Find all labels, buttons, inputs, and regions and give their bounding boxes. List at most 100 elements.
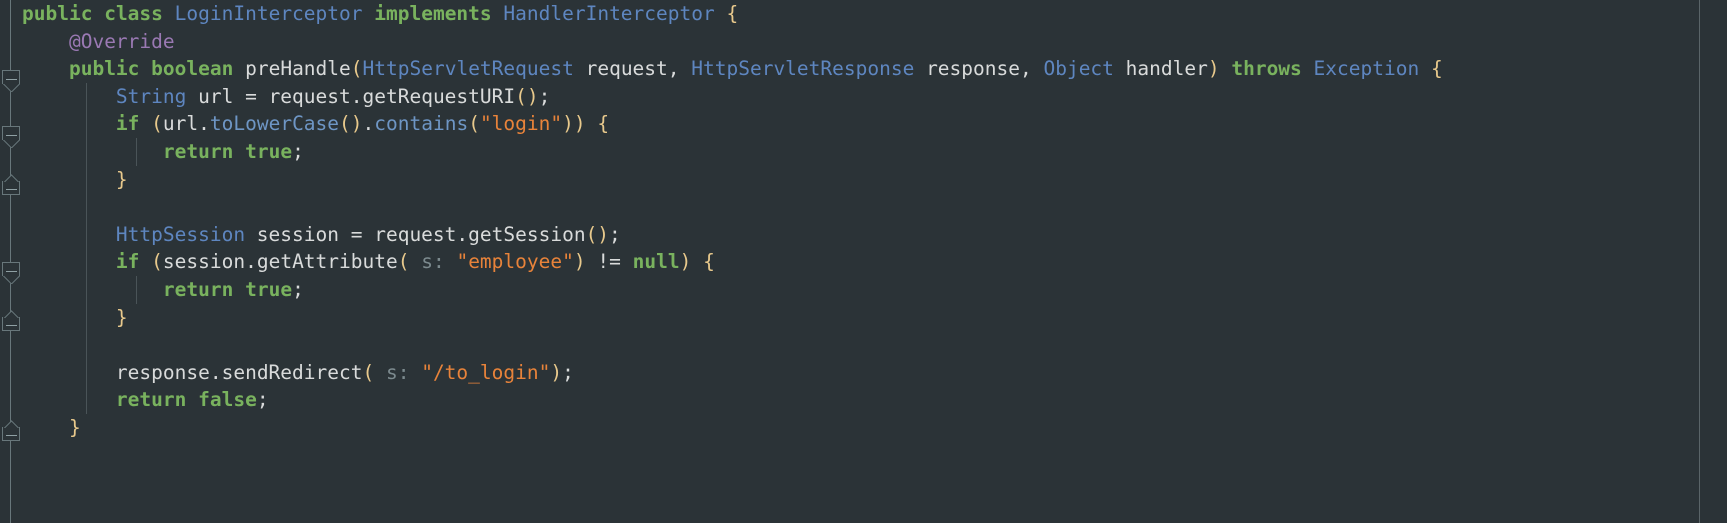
- code-token-kw: true: [245, 277, 293, 301]
- indent-guide: [86, 165, 87, 194]
- code-editor[interactable]: public class LoginInterceptor implements…: [0, 0, 1727, 523]
- code-token-pln: ;: [562, 360, 574, 384]
- code-token-pln: [715, 2, 727, 25]
- code-token-pln: [1302, 57, 1314, 80]
- code-token-pln: [22, 416, 69, 439]
- code-token-pln: ;: [292, 139, 304, 163]
- code-token-pln: sendRedirect: [221, 360, 363, 384]
- code-token-brc: ): [1207, 57, 1220, 81]
- code-token-pln: ;: [538, 84, 551, 108]
- code-token-pln: [22, 250, 116, 273]
- code-token-kw: if: [115, 250, 140, 274]
- code-token-pln: [22, 30, 69, 53]
- code-line[interactable]: public boolean preHandle(HttpServletRequ…: [22, 55, 1727, 83]
- indent-guide: [86, 386, 87, 414]
- fold-marker-tip: [2, 419, 20, 428]
- code-line[interactable]: public class LoginInterceptor implements…: [22, 0, 1727, 28]
- code-line[interactable]: return true;: [22, 275, 1727, 304]
- code-token-pln: [139, 112, 151, 135]
- code-token-pln: .: [456, 222, 469, 246]
- code-token-kw: return: [115, 388, 187, 412]
- indent-guide: [86, 137, 87, 166]
- code-token-pln: getSession: [468, 222, 586, 246]
- code-token-typ: String: [115, 84, 187, 108]
- code-token-kw: true: [245, 139, 293, 163]
- indent-guide: [86, 110, 87, 138]
- code-token-pln: request,: [573, 57, 692, 81]
- code-token-empty: [22, 333, 34, 356]
- code-line[interactable]: if (session.getAttribute( s: "employee")…: [22, 248, 1727, 276]
- code-line[interactable]: if (url.toLowerCase().contains("login"))…: [22, 110, 1727, 138]
- code-token-pln: url: [186, 84, 246, 108]
- indent-guide: [86, 358, 87, 387]
- code-token-brc: (: [397, 250, 410, 274]
- indent-guide: [86, 248, 87, 276]
- code-line[interactable]: @Override: [22, 28, 1727, 56]
- code-token-pln: url: [162, 112, 199, 136]
- editor-gutter[interactable]: [0, 0, 22, 523]
- code-line[interactable]: response.sendRedirect( s: "/to_login");: [22, 358, 1727, 387]
- code-token-brc: )): [562, 112, 586, 136]
- code-token-mth: contains: [374, 112, 469, 136]
- code-token-brc: }: [115, 305, 128, 329]
- code-token-kw: public: [68, 57, 140, 81]
- code-token-str: "login": [479, 112, 563, 136]
- indent-guide: [86, 220, 87, 249]
- code-token-pln: ;: [256, 388, 269, 412]
- code-token-pln: request: [256, 84, 351, 108]
- code-token-pln: [22, 278, 163, 301]
- code-token-pln: ;: [292, 277, 304, 301]
- code-token-hint: s:: [374, 360, 422, 384]
- code-line[interactable]: String url = request.getRequestURI();: [22, 82, 1727, 111]
- code-token-typ: HandlerInterceptor: [503, 2, 715, 25]
- fold-start-method-preHandle-icon[interactable]: [2, 70, 20, 84]
- code-token-brc: (: [350, 57, 363, 81]
- code-token-brc: (: [151, 112, 163, 136]
- code-token-pln: .: [245, 250, 257, 274]
- code-line[interactable]: }: [22, 414, 1727, 442]
- fold-marker-tip: [2, 276, 20, 284]
- code-line[interactable]: [22, 331, 1727, 359]
- fold-start-if-employee-icon[interactable]: [2, 262, 20, 276]
- code-token-pln: .: [350, 84, 363, 108]
- code-line[interactable]: return false;: [22, 386, 1727, 414]
- code-token-pln: [22, 388, 116, 411]
- code-token-pln: .: [362, 112, 375, 136]
- code-token-pln: [22, 140, 163, 163]
- code-token-pln: [22, 57, 69, 80]
- code-token-kw: public: [22, 2, 93, 25]
- fold-end-if-employee-icon[interactable]: [2, 317, 20, 331]
- code-token-mth: toLowerCase: [209, 112, 340, 136]
- code-token-brc: (): [585, 222, 610, 246]
- code-token-pln: preHandle: [245, 57, 351, 81]
- code-token-str: "/to_login": [421, 360, 551, 384]
- code-token-pln: [586, 250, 598, 273]
- code-line[interactable]: HttpSession session = request.getSession…: [22, 220, 1727, 249]
- code-token-brc: ): [573, 250, 586, 274]
- code-token-str: "employee": [456, 250, 574, 274]
- code-line[interactable]: [22, 193, 1727, 221]
- fold-start-if-login-icon[interactable]: [2, 126, 20, 140]
- code-token-pln: [586, 112, 598, 135]
- code-token-brc: (): [515, 84, 539, 108]
- code-token-brc: {: [1430, 57, 1443, 81]
- code-token-brc: (: [151, 250, 163, 274]
- code-token-empty: [22, 195, 34, 218]
- code-token-kw: false: [198, 388, 257, 412]
- code-token-pln: [139, 250, 151, 273]
- code-token-pln: [233, 57, 245, 80]
- code-token-pln: [22, 361, 116, 384]
- code-token-brc: {: [597, 112, 610, 136]
- code-line[interactable]: return true;: [22, 137, 1727, 166]
- code-token-pln: .: [198, 112, 210, 136]
- fold-end-if-login-icon[interactable]: [2, 181, 20, 195]
- fold-marker-tip: [2, 309, 20, 318]
- code-line[interactable]: }: [22, 165, 1727, 194]
- fold-end-method-preHandle-icon[interactable]: [2, 427, 20, 441]
- code-token-hint: s:: [409, 250, 457, 274]
- code-token-pln: handler: [1113, 57, 1208, 81]
- code-line[interactable]: }: [22, 303, 1727, 332]
- code-content[interactable]: public class LoginInterceptor implements…: [22, 0, 1727, 523]
- code-token-brc: ): [550, 360, 563, 384]
- code-token-brc: ): [679, 250, 692, 274]
